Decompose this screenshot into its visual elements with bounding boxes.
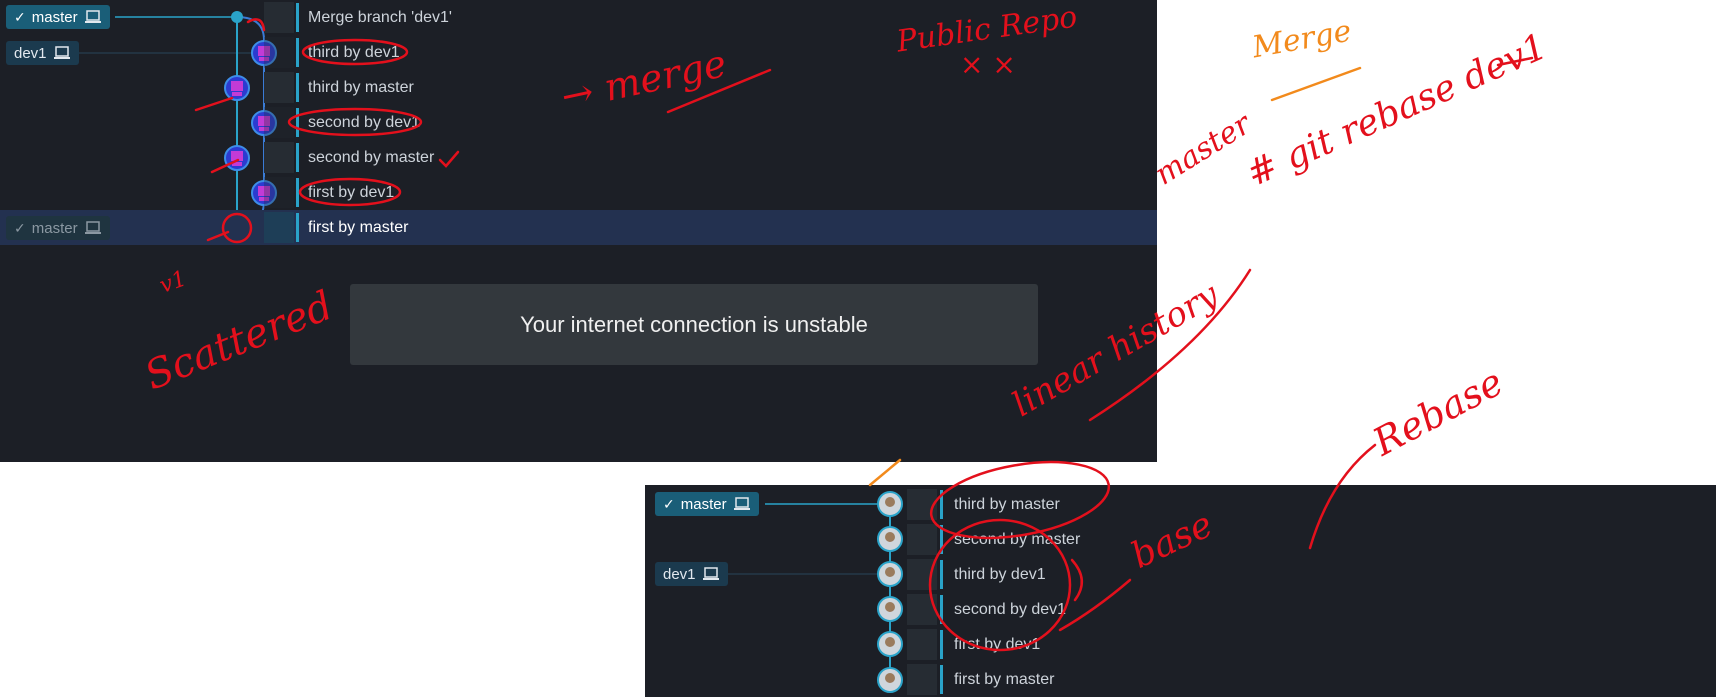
annotation-rebase: Rebase <box>1365 359 1511 465</box>
connection-toast: Your internet connection is unstable <box>350 284 1038 365</box>
annotation-stroke <box>868 458 902 487</box>
commit-message: third by master <box>954 496 1060 513</box>
commit-message: second by master <box>954 531 1081 548</box>
commit-message: first by master <box>954 671 1055 688</box>
branch-label: master <box>31 219 78 237</box>
annotation-stroke <box>1496 56 1534 67</box>
check-icon: ✓ <box>14 219 26 236</box>
annotation-git-rebase: # git rebase dev1 <box>1240 25 1554 196</box>
commit-row[interactable]: third by dev1 <box>645 557 1716 592</box>
commit-message: third by dev1 <box>308 44 400 61</box>
commit-row[interactable]: first by dev1 <box>0 175 1157 210</box>
commit-message: third by master <box>308 79 414 96</box>
annotation-master: master <box>1148 106 1258 193</box>
commit-message: Merge branch 'dev1' <box>308 9 452 26</box>
commit-graph-panel-merge: ✓ master dev1 Merge branch 'dev1' third … <box>0 0 1157 462</box>
commit-row[interactable]: Merge branch 'dev1' <box>0 0 1157 35</box>
branch-chip-master-previous[interactable]: ✓ master <box>6 216 110 240</box>
commit-message: second by dev1 <box>954 601 1067 618</box>
commit-message: first by dev1 <box>308 184 395 201</box>
commit-graph-panel-rebase: ✓ master dev1 third by master second by … <box>645 485 1716 697</box>
annotation-stroke <box>1270 66 1362 102</box>
commit-row[interactable]: second by dev1 <box>645 592 1716 627</box>
commit-message: first by master <box>308 219 409 236</box>
annotation-merge-orange: Merge <box>1249 13 1355 66</box>
commit-row[interactable]: third by master <box>0 70 1157 105</box>
commit-message: second by master <box>308 149 435 166</box>
commit-row[interactable]: second by dev1 <box>0 105 1157 140</box>
commit-row[interactable]: first by dev1 <box>645 627 1716 662</box>
commit-row[interactable]: first by master <box>645 662 1716 697</box>
commit-message: first by dev1 <box>954 636 1041 653</box>
commit-message: second by dev1 <box>308 114 421 131</box>
commit-message: third by dev1 <box>954 566 1046 583</box>
laptop-icon <box>84 221 101 234</box>
commit-row[interactable]: second by master <box>0 140 1157 175</box>
commit-row[interactable]: third by dev1 <box>0 35 1157 70</box>
commit-row[interactable]: third by master <box>645 487 1716 522</box>
commit-row-selected[interactable]: first by master <box>0 210 1157 245</box>
commit-row[interactable]: second by master <box>645 522 1716 557</box>
